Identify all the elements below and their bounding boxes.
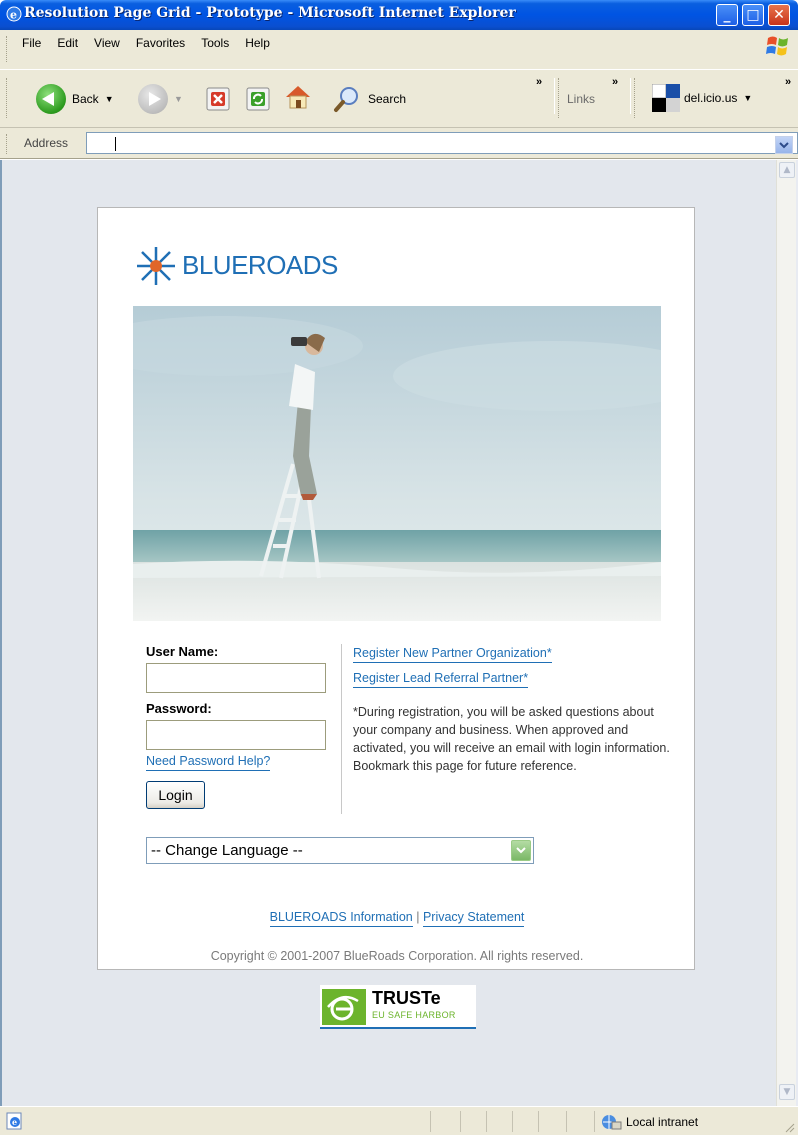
- vertical-scrollbar[interactable]: ▲ ▼: [776, 160, 796, 1106]
- page-status-icon: e: [6, 1112, 22, 1130]
- password-label: Password:: [146, 701, 212, 716]
- menu-grip[interactable]: [6, 36, 9, 62]
- back-arrow-icon: [36, 84, 66, 114]
- delicious-dropdown-icon[interactable]: ▼: [743, 93, 752, 103]
- links-label[interactable]: Links: [567, 92, 595, 106]
- windows-logo-icon: [766, 36, 788, 56]
- truste-seal[interactable]: TRUSTe EU SAFE HARBOR: [320, 985, 476, 1029]
- security-zone[interactable]: Local intranet: [600, 1114, 698, 1130]
- truste-name: TRUSTe: [372, 988, 441, 1008]
- menu-bar: File Edit View Favorites Tools Help: [0, 30, 798, 70]
- home-icon: [286, 86, 310, 109]
- forward-dropdown-icon[interactable]: ▼: [174, 94, 183, 104]
- menu-favorites[interactable]: Favorites: [128, 36, 193, 50]
- register-referral-link[interactable]: Register Lead Referral Partner*: [353, 671, 529, 688]
- menu-edit[interactable]: Edit: [49, 36, 86, 50]
- password-input[interactable]: [146, 720, 326, 750]
- links-grip[interactable]: [558, 78, 561, 118]
- maximize-button[interactable]: □: [742, 4, 764, 26]
- forward-button[interactable]: ▼: [138, 84, 183, 114]
- address-label: Address: [24, 136, 69, 150]
- status-bar: e Local intranet: [0, 1106, 798, 1135]
- stop-button[interactable]: [205, 86, 231, 112]
- menu-file[interactable]: File: [22, 36, 49, 50]
- chevron-down-icon: [779, 142, 789, 149]
- blueroads-info-link[interactable]: BLUEROADS Information: [269, 910, 413, 927]
- title-bar[interactable]: e Resolution Page Grid - Prototype - Mic…: [0, 0, 798, 30]
- refresh-icon: [246, 87, 270, 111]
- security-zone-label: Local intranet: [626, 1115, 699, 1129]
- brand-name: BLUEROADS: [182, 250, 338, 280]
- footer-separator: |: [416, 910, 420, 924]
- stop-icon: [206, 87, 230, 111]
- close-button[interactable]: ✕: [768, 4, 790, 26]
- address-bar: Address: [0, 128, 798, 159]
- minimize-button[interactable]: _: [716, 4, 738, 26]
- language-select[interactable]: -- Change Language --: [146, 837, 534, 864]
- search-label: Search: [368, 92, 407, 106]
- truste-logo-icon: [322, 989, 366, 1025]
- resize-grip[interactable]: [785, 1122, 795, 1133]
- minimize-icon: _: [723, 7, 731, 23]
- address-input[interactable]: [86, 132, 798, 154]
- svg-text:e: e: [12, 1117, 17, 1127]
- chevron-up-icon: ▲: [783, 165, 791, 175]
- links-chevron[interactable]: »: [612, 76, 618, 88]
- svg-text:e: e: [10, 9, 17, 22]
- browser-viewport: ▲ ▼ BLUEROADS User Name: Password: Need …: [0, 160, 798, 1106]
- ie-icon: e: [6, 6, 22, 22]
- chevron-down-icon: ▼: [783, 1087, 791, 1097]
- menu-tools[interactable]: Tools: [193, 36, 237, 50]
- toolbar-chevron[interactable]: »: [536, 76, 542, 88]
- maximize-icon: □: [746, 7, 760, 23]
- blueroads-logo: BLUEROADS: [132, 244, 338, 288]
- login-card: BLUEROADS User Name: Password: Need Pass…: [97, 207, 695, 970]
- back-button[interactable]: Back ▼: [36, 84, 114, 114]
- register-partner-link[interactable]: Register New Partner Organization*: [353, 646, 552, 663]
- address-grip[interactable]: [6, 134, 9, 154]
- standard-toolbar: Back ▼ ▼ Search » Links » del.icio.us ▼ …: [0, 70, 798, 128]
- address-dropdown-button[interactable]: [775, 136, 793, 154]
- delicious-label: del.icio.us: [684, 91, 738, 105]
- home-button[interactable]: [283, 82, 313, 112]
- search-icon: [334, 87, 358, 112]
- resize-grip-icon: [785, 1123, 795, 1133]
- copyright-text: Copyright © 2001-2007 BlueRoads Corporat…: [210, 949, 584, 963]
- username-label: User Name:: [146, 644, 219, 659]
- back-dropdown-icon[interactable]: ▼: [105, 94, 114, 104]
- hero-image: [133, 306, 661, 621]
- chevron-down-icon: [516, 847, 526, 854]
- close-icon: ✕: [773, 7, 785, 23]
- toolbar-grip[interactable]: [6, 78, 9, 118]
- delicious-grip[interactable]: [634, 78, 637, 118]
- forward-arrow-icon: [138, 84, 168, 114]
- delicious-icon: [652, 84, 680, 112]
- menu-help[interactable]: Help: [237, 36, 278, 50]
- scroll-down-button[interactable]: ▼: [779, 1084, 795, 1100]
- back-label: Back: [72, 92, 99, 106]
- privacy-statement-link[interactable]: Privacy Statement: [422, 910, 525, 927]
- truste-subtitle: EU SAFE HARBOR: [372, 1010, 456, 1020]
- username-input[interactable]: [146, 663, 326, 693]
- registration-note: *During registration, you will be asked …: [353, 705, 670, 773]
- text-caret: [115, 137, 116, 151]
- search-button[interactable]: Search: [332, 84, 406, 114]
- refresh-button[interactable]: [245, 86, 271, 112]
- language-dropdown-button[interactable]: [511, 840, 531, 861]
- menu-view[interactable]: View: [86, 36, 128, 50]
- blueroads-star-icon: [137, 247, 175, 285]
- intranet-globe-icon: [602, 1115, 622, 1130]
- language-select-value: -- Change Language --: [151, 842, 303, 859]
- login-button[interactable]: Login: [146, 781, 205, 809]
- footer-links: BLUEROADS Information | Privacy Statemen…: [98, 910, 696, 927]
- password-help-link[interactable]: Need Password Help?: [146, 754, 271, 771]
- scroll-up-button[interactable]: ▲: [779, 162, 795, 178]
- vertical-divider: [341, 644, 342, 814]
- delicious-button[interactable]: del.icio.us ▼: [652, 84, 752, 112]
- menu-items: File Edit View Favorites Tools Help: [22, 36, 278, 50]
- toolbar-end-chevron[interactable]: »: [785, 76, 791, 88]
- window-title: Resolution Page Grid - Prototype - Micro…: [24, 5, 516, 21]
